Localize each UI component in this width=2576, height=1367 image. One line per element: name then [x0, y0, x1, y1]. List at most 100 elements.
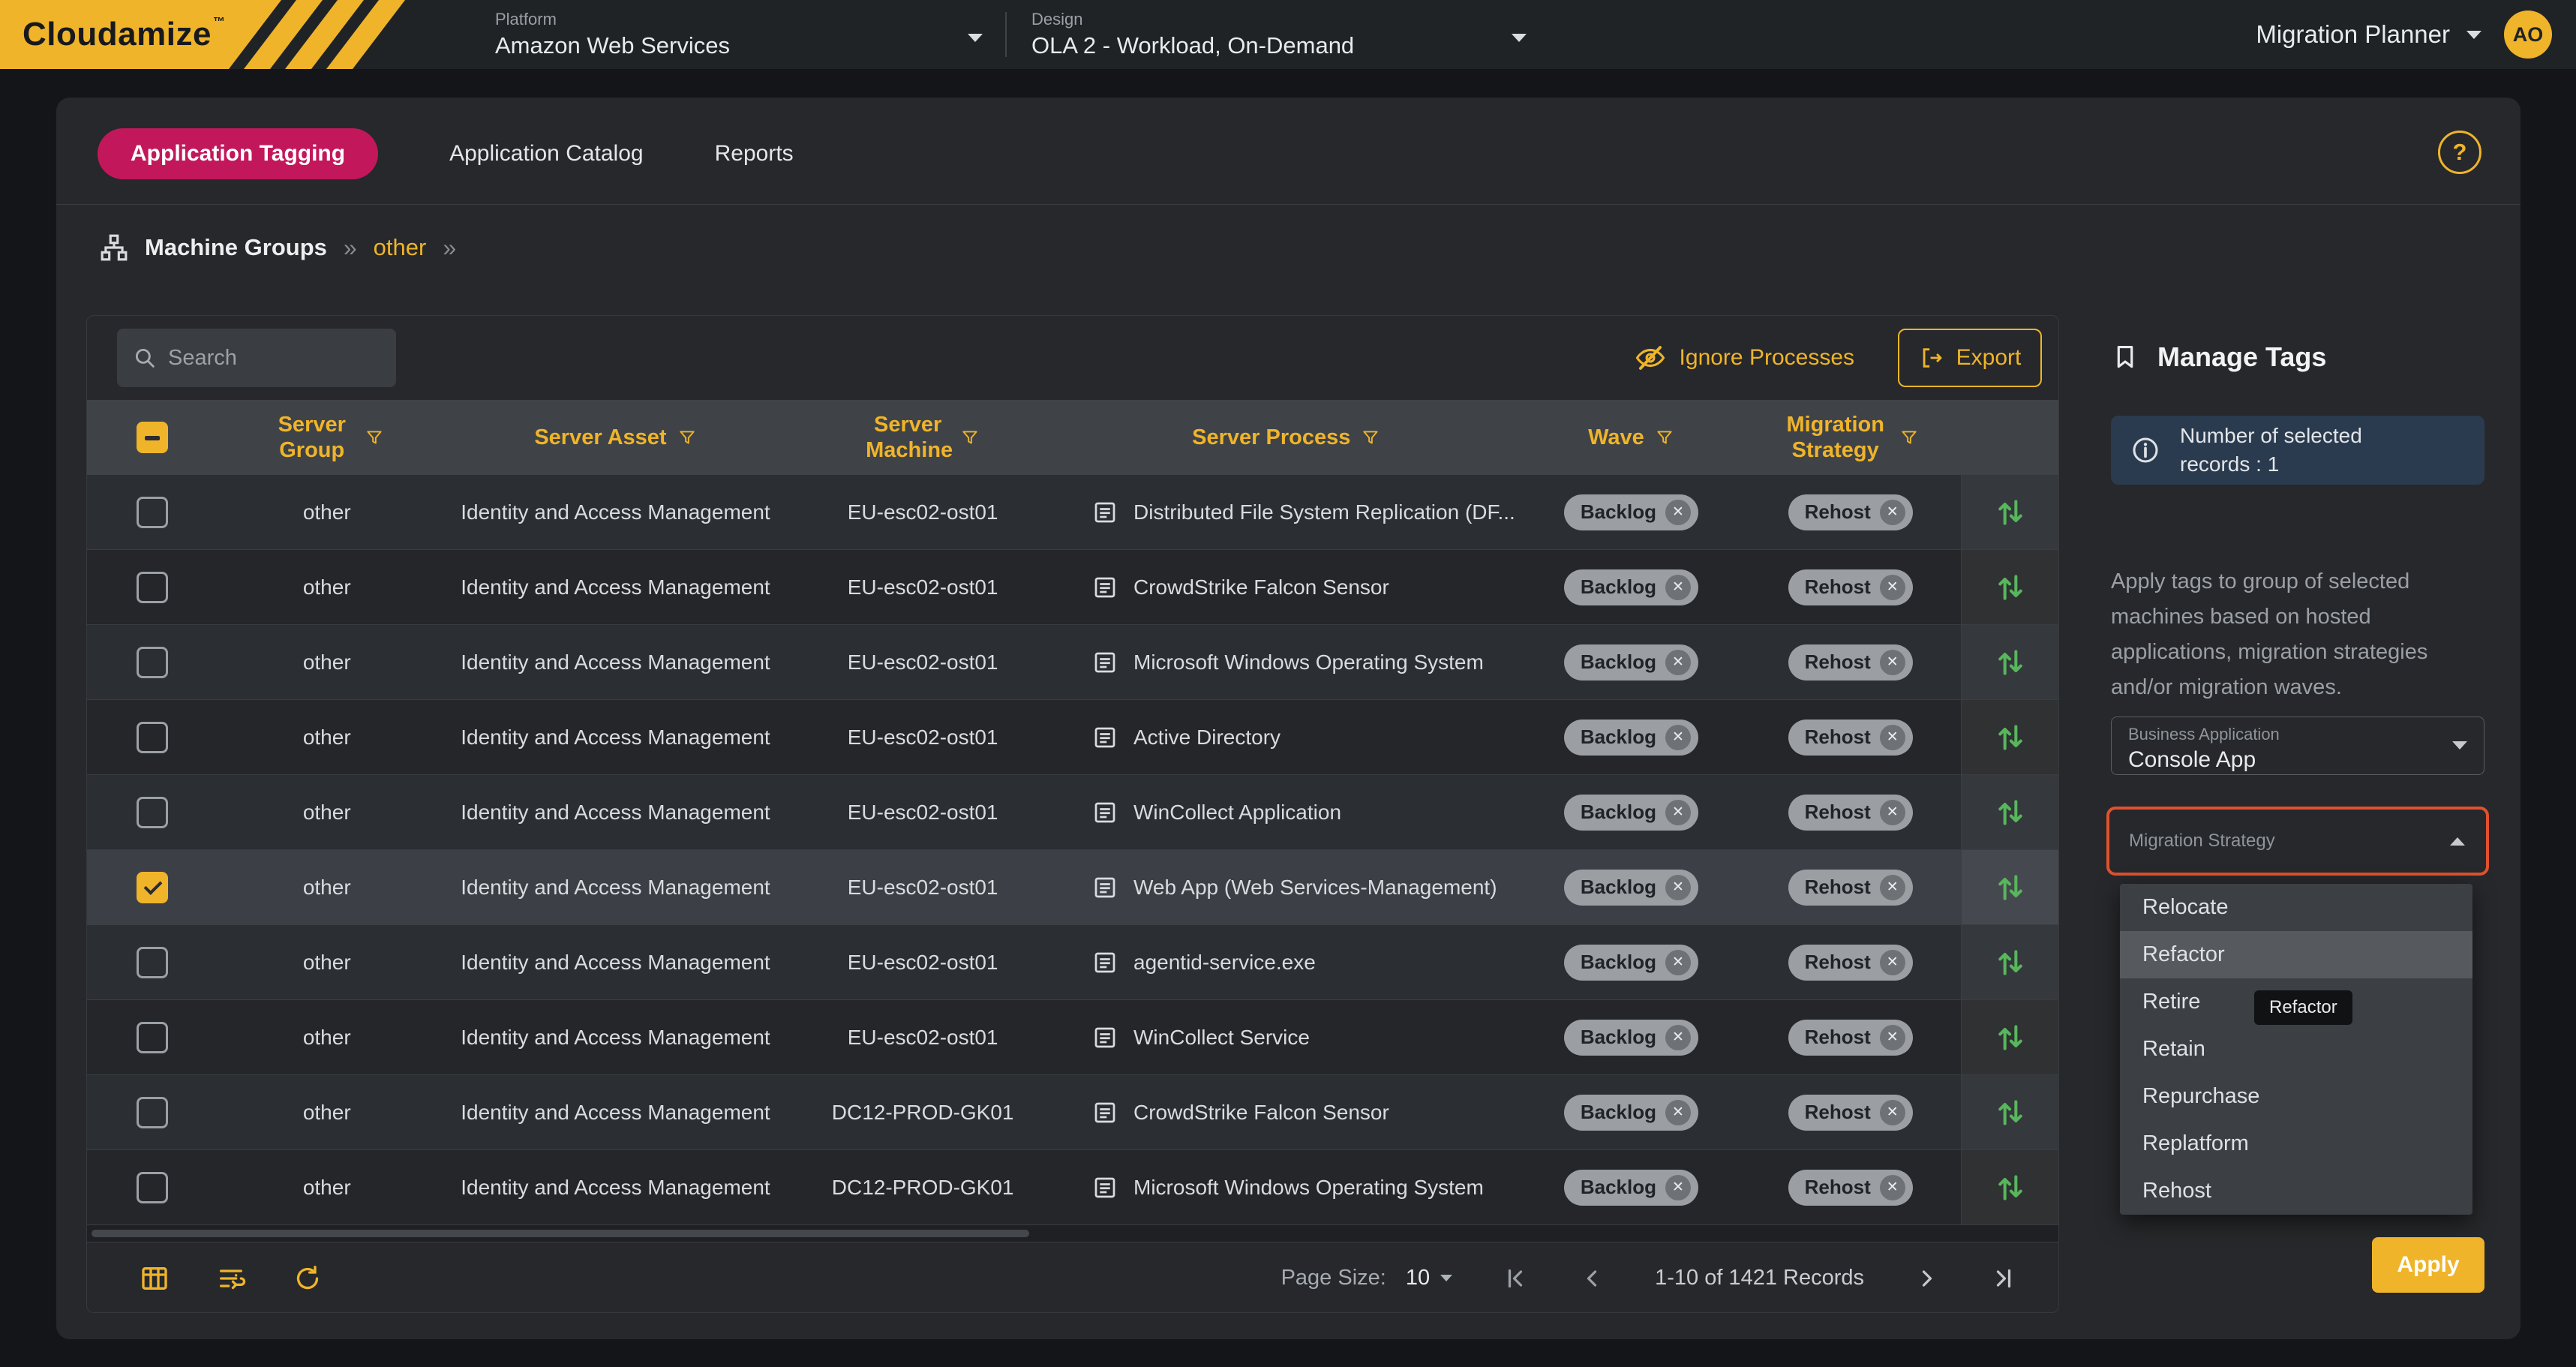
row-checkbox[interactable] — [137, 722, 168, 753]
table-row[interactable]: other Identity and Access Management EU-… — [87, 625, 2058, 700]
help-button[interactable]: ? — [2438, 131, 2481, 174]
row-checkbox[interactable] — [137, 1022, 168, 1053]
filter-icon[interactable] — [1361, 428, 1380, 447]
filter-icon[interactable] — [1899, 428, 1919, 447]
remove-strategy-icon[interactable]: ✕ — [1880, 950, 1905, 975]
row-checkbox[interactable] — [137, 1097, 168, 1128]
remove-strategy-icon[interactable]: ✕ — [1880, 875, 1905, 900]
table-row[interactable]: other Identity and Access Management EU-… — [87, 475, 2058, 550]
table-row[interactable]: other Identity and Access Management DC1… — [87, 1150, 2058, 1225]
ignore-processes-button[interactable]: Ignore Processes — [1635, 342, 1854, 374]
refresh-icon[interactable] — [293, 1263, 323, 1293]
process-mapping-cell[interactable] — [1961, 925, 2058, 999]
table-row[interactable]: other Identity and Access Management EU-… — [87, 850, 2058, 925]
remove-wave-icon[interactable]: ✕ — [1665, 1100, 1691, 1125]
row-checkbox[interactable] — [137, 497, 168, 528]
strategy-badge[interactable]: Rehost ✕ — [1788, 795, 1913, 831]
migration-strategy-option[interactable]: Relocate — [2120, 884, 2472, 931]
next-page-button[interactable] — [1914, 1265, 1941, 1292]
remove-strategy-icon[interactable]: ✕ — [1880, 1175, 1905, 1200]
migration-strategy-option[interactable]: Repurchase — [2120, 1073, 2472, 1120]
column-settings-icon[interactable] — [140, 1263, 170, 1293]
avatar[interactable]: AO — [2504, 11, 2552, 59]
row-checkbox[interactable] — [137, 1172, 168, 1203]
strategy-badge[interactable]: Rehost ✕ — [1788, 870, 1913, 906]
platform-select[interactable]: Platform Amazon Web Services — [495, 10, 983, 59]
remove-wave-icon[interactable]: ✕ — [1665, 650, 1691, 675]
remove-strategy-icon[interactable]: ✕ — [1880, 1025, 1905, 1050]
apply-button[interactable]: Apply — [2372, 1237, 2484, 1293]
strategy-badge[interactable]: Rehost ✕ — [1788, 945, 1913, 981]
table-row[interactable]: other Identity and Access Management EU-… — [87, 1000, 2058, 1075]
remove-strategy-icon[interactable]: ✕ — [1880, 725, 1905, 750]
remove-strategy-icon[interactable]: ✕ — [1880, 500, 1905, 525]
strategy-badge[interactable]: Rehost ✕ — [1788, 720, 1913, 756]
breadcrumb-machine-groups[interactable]: Machine Groups — [145, 234, 327, 261]
previous-page-button[interactable] — [1578, 1265, 1605, 1292]
migration-strategy-option[interactable]: Refactor — [2120, 931, 2472, 978]
wave-badge[interactable]: Backlog ✕ — [1564, 720, 1698, 756]
wave-badge[interactable]: Backlog ✕ — [1564, 1020, 1698, 1056]
remove-strategy-icon[interactable]: ✕ — [1880, 575, 1905, 600]
tab-application-catalog[interactable]: Application Catalog — [449, 141, 644, 167]
process-mapping-cell[interactable] — [1961, 700, 2058, 774]
breadcrumb-current-group[interactable]: other — [374, 234, 427, 261]
first-page-button[interactable] — [1502, 1265, 1529, 1292]
migration-strategy-select[interactable]: Migration Strategy — [2106, 807, 2489, 876]
process-mapping-cell[interactable] — [1961, 1000, 2058, 1074]
wrap-text-icon[interactable] — [216, 1263, 246, 1293]
remove-wave-icon[interactable]: ✕ — [1665, 1025, 1691, 1050]
process-mapping-cell[interactable] — [1961, 625, 2058, 699]
remove-wave-icon[interactable]: ✕ — [1665, 575, 1691, 600]
filter-icon[interactable] — [1655, 428, 1674, 447]
wave-badge[interactable]: Backlog ✕ — [1564, 945, 1698, 981]
select-all-checkbox[interactable] — [137, 422, 168, 453]
design-select[interactable]: Design OLA 2 - Workload, On-Demand — [1031, 10, 1527, 59]
wave-badge[interactable]: Backlog ✕ — [1564, 644, 1698, 680]
wave-badge[interactable]: Backlog ✕ — [1564, 870, 1698, 906]
wave-badge[interactable]: Backlog ✕ — [1564, 569, 1698, 605]
strategy-badge[interactable]: Rehost ✕ — [1788, 1020, 1913, 1056]
table-row[interactable]: other Identity and Access Management DC1… — [87, 1075, 2058, 1150]
filter-icon[interactable] — [960, 428, 980, 447]
horizontal-scrollbar[interactable] — [87, 1225, 2058, 1242]
filter-icon[interactable] — [365, 428, 384, 447]
remove-wave-icon[interactable]: ✕ — [1665, 725, 1691, 750]
process-mapping-cell[interactable] — [1961, 775, 2058, 849]
wave-badge[interactable]: Backlog ✕ — [1564, 1170, 1698, 1206]
table-row[interactable]: other Identity and Access Management EU-… — [87, 700, 2058, 775]
last-page-button[interactable] — [1990, 1265, 2017, 1292]
migration-planner-menu[interactable]: Migration Planner — [2256, 20, 2481, 49]
table-row[interactable]: other Identity and Access Management EU-… — [87, 775, 2058, 850]
business-application-select[interactable]: Business Application Console App — [2111, 717, 2484, 775]
remove-strategy-icon[interactable]: ✕ — [1880, 650, 1905, 675]
remove-wave-icon[interactable]: ✕ — [1665, 500, 1691, 525]
table-row[interactable]: other Identity and Access Management EU-… — [87, 550, 2058, 625]
tab-reports[interactable]: Reports — [715, 141, 794, 167]
wave-badge[interactable]: Backlog ✕ — [1564, 1095, 1698, 1131]
remove-wave-icon[interactable]: ✕ — [1665, 1175, 1691, 1200]
strategy-badge[interactable]: Rehost ✕ — [1788, 1095, 1913, 1131]
table-row[interactable]: other Identity and Access Management EU-… — [87, 925, 2058, 1000]
wave-badge[interactable]: Backlog ✕ — [1564, 795, 1698, 831]
process-mapping-cell[interactable] — [1961, 850, 2058, 924]
remove-wave-icon[interactable]: ✕ — [1665, 950, 1691, 975]
scrollbar-handle[interactable] — [92, 1230, 1029, 1237]
migration-strategy-option[interactable]: Replatform — [2120, 1120, 2472, 1167]
process-mapping-cell[interactable] — [1961, 1075, 2058, 1149]
migration-strategy-option[interactable]: Rehost — [2120, 1167, 2472, 1215]
page-size-select[interactable]: 10 — [1406, 1266, 1452, 1290]
remove-strategy-icon[interactable]: ✕ — [1880, 800, 1905, 825]
strategy-badge[interactable]: Rehost ✕ — [1788, 494, 1913, 530]
remove-wave-icon[interactable]: ✕ — [1665, 875, 1691, 900]
strategy-badge[interactable]: Rehost ✕ — [1788, 1170, 1913, 1206]
strategy-badge[interactable]: Rehost ✕ — [1788, 569, 1913, 605]
search-box[interactable] — [117, 329, 396, 387]
row-checkbox[interactable] — [137, 797, 168, 828]
process-mapping-cell[interactable] — [1961, 1150, 2058, 1224]
filter-icon[interactable] — [677, 428, 697, 447]
search-input[interactable] — [168, 346, 356, 371]
process-mapping-cell[interactable] — [1961, 550, 2058, 624]
export-button[interactable]: Export — [1898, 329, 2042, 387]
remove-strategy-icon[interactable]: ✕ — [1880, 1100, 1905, 1125]
